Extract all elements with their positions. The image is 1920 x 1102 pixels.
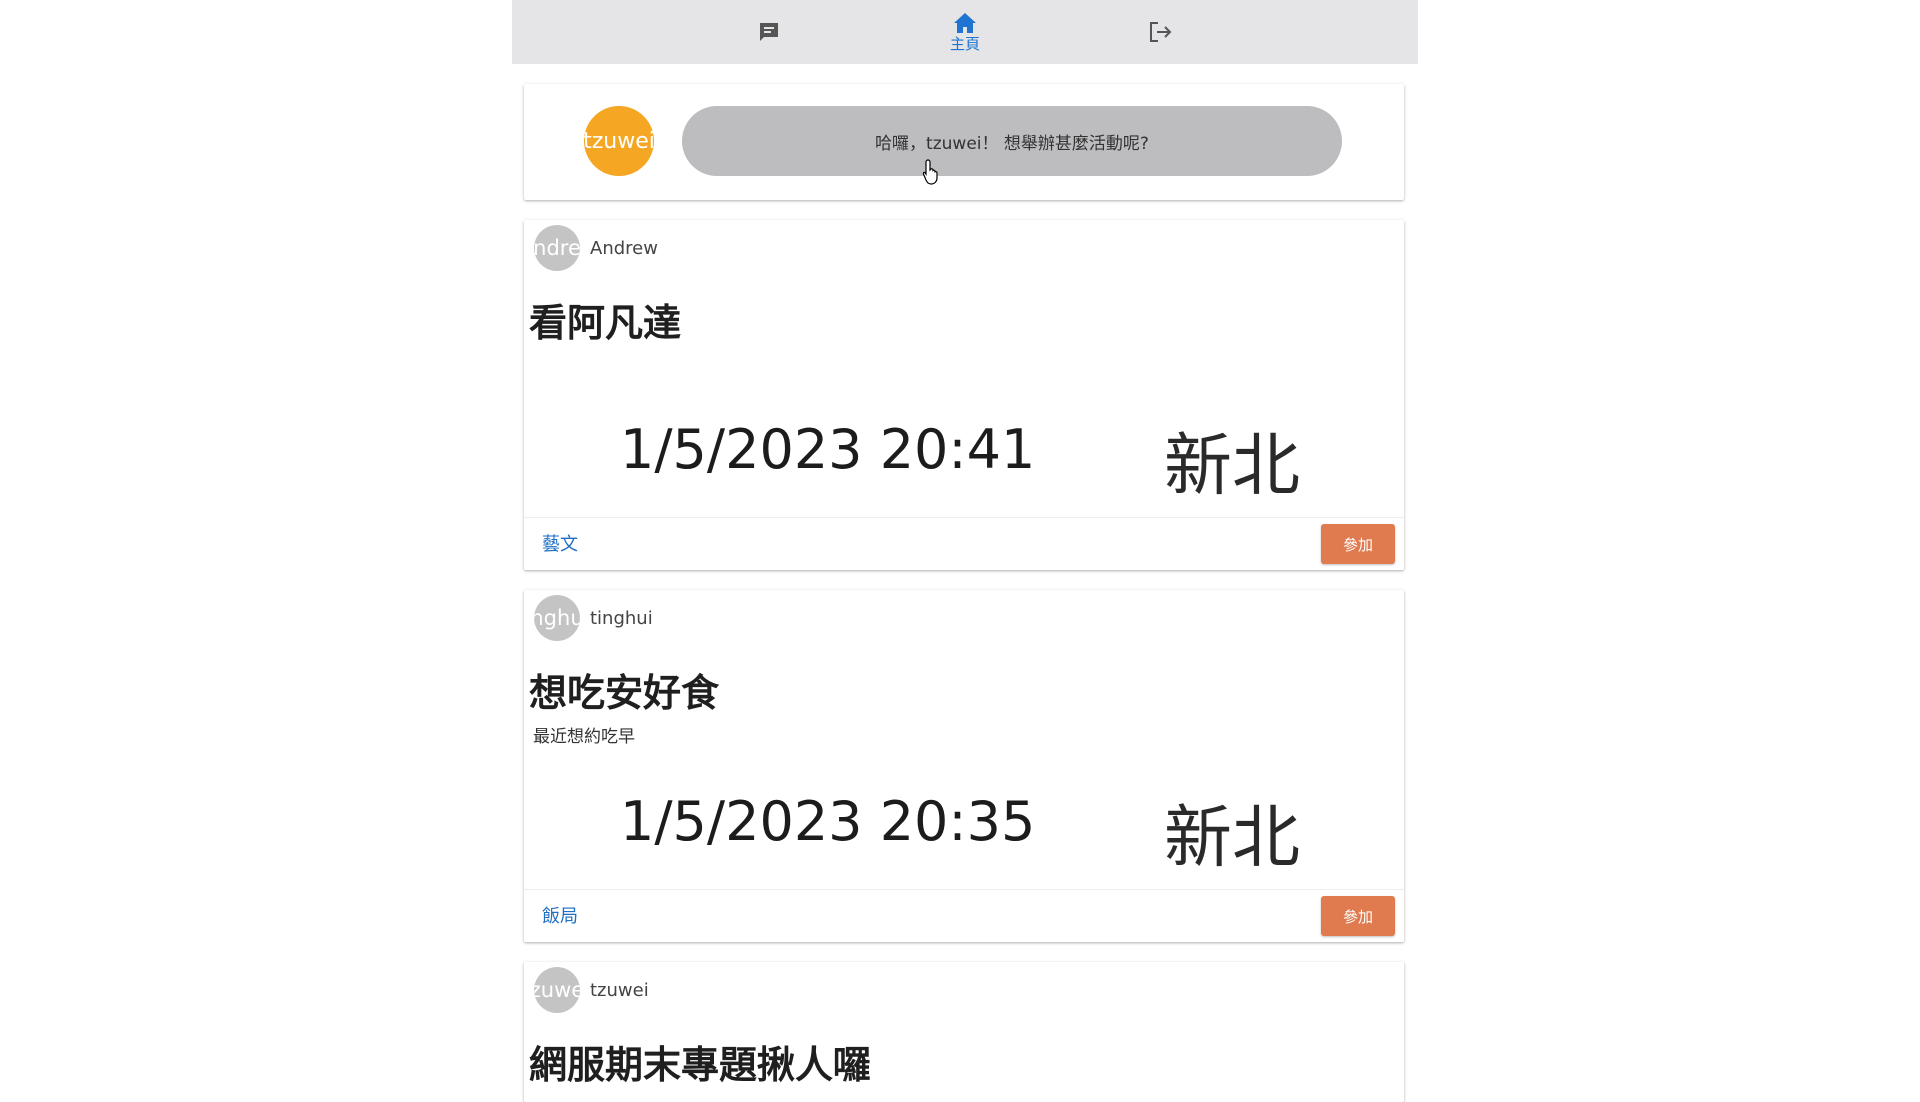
event-host-name: tzuwei [590, 979, 649, 1001]
event-description: 最近想約吃早 [533, 727, 635, 747]
event-card-footer: 藝文 參加 [524, 517, 1404, 570]
create-event-prompt-button[interactable]: 哈囉，tzuwei！ 想舉辦甚麼活動呢? [682, 106, 1342, 176]
event-card: ndre Andrew 看阿凡達 1/5/2023 20:41 新北 藝文 參加 [524, 220, 1404, 570]
event-card: zuwe tzuwei 網服期末專題揪人囉 [524, 962, 1404, 1102]
event-location: 新北 [1164, 427, 1301, 506]
home-icon [954, 13, 976, 33]
event-card-header: ndre Andrew [534, 224, 658, 272]
logout-icon [1150, 22, 1172, 42]
chat-icon [760, 23, 778, 41]
event-category-link[interactable]: 藝文 [542, 530, 578, 556]
join-button[interactable]: 參加 [1321, 896, 1395, 936]
avatar: ndre [534, 225, 580, 271]
nav-logout[interactable] [1063, 0, 1259, 64]
compose-card: tzuwei 哈囉，tzuwei！ 想舉辦甚麼活動呢? [524, 84, 1404, 200]
event-host-name: Andrew [590, 237, 658, 259]
avatar: nghu [534, 595, 580, 641]
event-host-name: tinghui [590, 607, 653, 629]
avatar: zuwe [534, 967, 580, 1013]
nav-home[interactable]: 主頁 [867, 0, 1063, 64]
event-title: 看阿凡達 [529, 301, 682, 345]
event-title: 網服期末專題揪人囉 [529, 1043, 872, 1087]
app-container: 主頁 tzuwei 哈囉，tzuwei！ 想舉辦甚麼活動呢? ndre Andr… [512, 0, 1418, 1102]
nav-chat[interactable] [671, 0, 867, 64]
nav-home-label: 主頁 [949, 35, 980, 53]
event-card: nghu tinghui 想吃安好食 最近想約吃早 1/5/2023 20:35… [524, 590, 1404, 942]
event-card-footer: 飯局 參加 [524, 889, 1404, 942]
event-datetime: 1/5/2023 20:35 [620, 790, 1036, 853]
join-button[interactable]: 參加 [1321, 524, 1395, 564]
event-card-header: nghu tinghui [534, 594, 653, 642]
current-user-avatar: tzuwei [584, 106, 654, 176]
top-navbar: 主頁 [512, 0, 1418, 64]
event-card-header: zuwe tzuwei [534, 966, 649, 1014]
event-datetime: 1/5/2023 20:41 [620, 418, 1036, 481]
event-location: 新北 [1164, 799, 1301, 878]
event-category-link[interactable]: 飯局 [542, 902, 578, 928]
event-title: 想吃安好食 [529, 671, 720, 715]
